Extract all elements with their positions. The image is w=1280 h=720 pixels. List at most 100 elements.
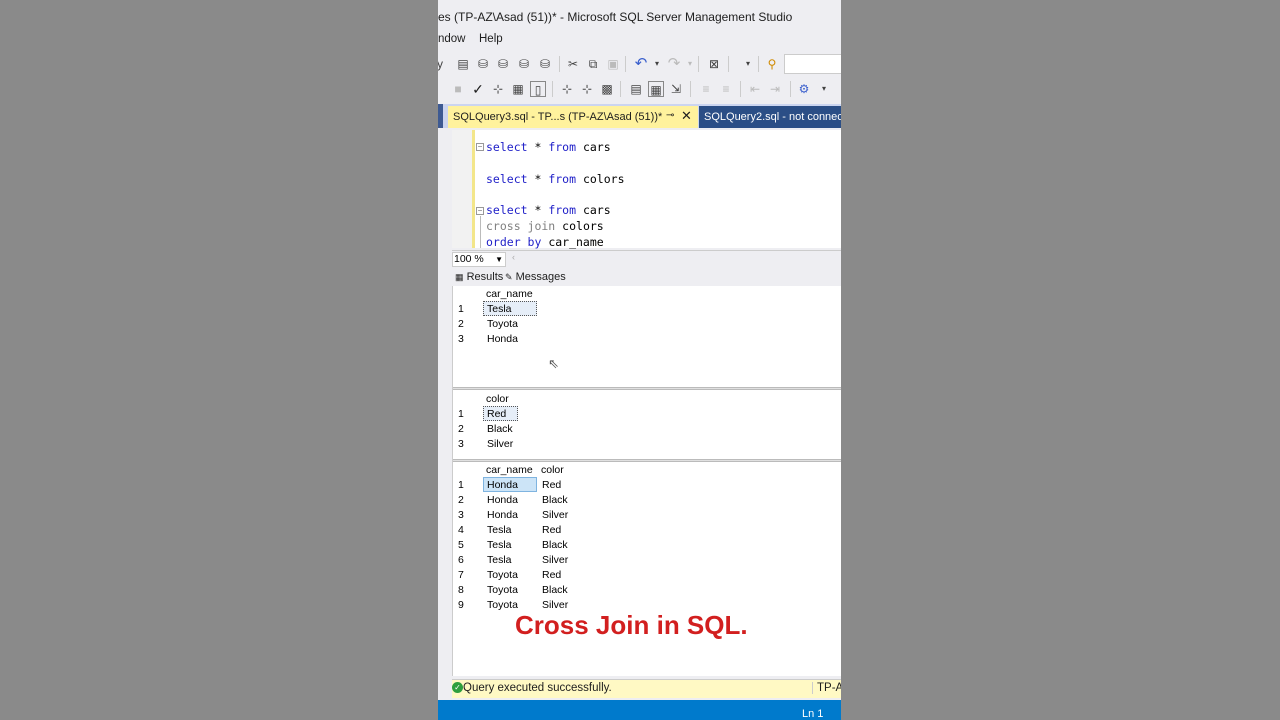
toolbar-separator — [620, 81, 621, 97]
column-header[interactable]: color — [486, 392, 509, 407]
close-icon[interactable]: ✕ — [681, 108, 692, 124]
grid-splitter[interactable] — [453, 459, 841, 462]
find-input[interactable] — [784, 54, 841, 74]
query-editor[interactable]: − − select * from cars select * from col… — [452, 130, 841, 249]
collapse-icon[interactable]: − — [476, 207, 484, 215]
scroll-left-icon[interactable]: ‹ — [512, 252, 515, 262]
toolbar-separator — [552, 81, 553, 97]
success-check-icon: ✓ — [452, 682, 463, 693]
cut-icon[interactable]: ✂ — [565, 56, 581, 72]
table-cell[interactable]: Black — [542, 583, 568, 598]
xmla-query-icon[interactable]: ⛁ — [516, 56, 532, 72]
toolbar-options-icon[interactable]: ▾ — [816, 81, 832, 97]
tab-sqlquery3[interactable]: SQLQuery3.sql - TP...s (TP-AZ\Asad (51))… — [448, 106, 698, 128]
table-cell[interactable]: Red — [483, 406, 518, 421]
increase-indent-icon[interactable]: ⇥ — [767, 81, 783, 97]
table-cell[interactable]: Toyota — [487, 317, 518, 332]
zoom-select[interactable]: 100 % ▼ — [452, 252, 506, 267]
table-cell[interactable]: Honda — [487, 493, 518, 508]
table-cell[interactable]: Red — [542, 568, 561, 583]
row-number: 4 — [458, 524, 464, 536]
fold-guide — [480, 216, 481, 248]
column-header[interactable]: car_name — [486, 287, 533, 302]
menu-window[interactable]: ndow — [438, 33, 466, 45]
comment-icon[interactable]: ≡ — [698, 81, 714, 97]
table-cell[interactable]: Honda — [487, 332, 518, 347]
table-cell[interactable]: Honda — [487, 508, 518, 523]
collapse-icon[interactable]: − — [476, 143, 484, 151]
table-cell[interactable]: Tesla — [487, 523, 512, 538]
query-status-bar: ✓ Query executed successfully. TP-A — [452, 679, 841, 698]
grid-icon: ▦ — [455, 272, 464, 282]
code-line: order by car_name — [486, 235, 604, 249]
tab-results[interactable]: ▦ Results — [455, 271, 503, 283]
copy-icon[interactable]: ⧉ — [585, 56, 601, 72]
table-cell[interactable]: Toyota — [487, 568, 518, 583]
tab-messages[interactable]: ✎ Messages — [505, 271, 566, 283]
row-number: 6 — [458, 554, 464, 566]
left-backdrop — [0, 0, 438, 720]
table-cell[interactable]: Tesla — [487, 538, 512, 553]
menu-help[interactable]: Help — [479, 33, 503, 45]
table-cell[interactable]: Black — [542, 493, 568, 508]
table-cell[interactable]: Toyota — [487, 583, 518, 598]
results-to-text-icon[interactable]: ▤ — [628, 81, 644, 97]
results-to-file-icon[interactable]: ⇲ — [668, 81, 684, 97]
specify-template-values-icon[interactable]: ⚙ — [796, 81, 812, 97]
row-number: 1 — [458, 408, 464, 420]
cancel-query-icon[interactable]: ■ — [450, 81, 466, 97]
find-icon[interactable]: ⚲ — [764, 56, 780, 72]
result-grid-colors[interactable]: color 1 Red 2 Black 3 Silver — [453, 391, 841, 459]
mouse-pointer-icon: ⇖ — [548, 356, 559, 371]
result-grid-cross-join[interactable]: car_name color 1 Honda Red 2 Honda Black… — [453, 463, 841, 676]
table-cell[interactable]: Black — [542, 538, 568, 553]
dmx-query-icon[interactable]: ⛁ — [495, 56, 511, 72]
messages-icon: ✎ — [505, 272, 513, 282]
display-estimated-plan-icon[interactable]: ⊹ — [490, 81, 506, 97]
table-cell[interactable]: Tesla — [483, 301, 537, 316]
mdx-query-icon[interactable]: ⛁ — [475, 56, 491, 72]
table-cell[interactable]: Red — [542, 523, 561, 538]
chevron-down-icon: ▼ — [495, 255, 503, 264]
column-header[interactable]: color — [541, 463, 564, 478]
redo-icon[interactable]: ↷ — [666, 56, 682, 72]
row-number: 8 — [458, 584, 464, 596]
new-query-icon[interactable]: ▤ — [455, 56, 471, 72]
uncomment-icon[interactable]: ≡ — [718, 81, 734, 97]
live-query-stats-icon[interactable]: ⊹ — [579, 81, 595, 97]
toolbar-separator — [559, 56, 560, 72]
row-number: 2 — [458, 494, 464, 506]
table-cell[interactable]: Silver — [542, 553, 568, 568]
parse-icon[interactable]: ✓ — [470, 81, 486, 97]
table-cell[interactable]: Honda — [483, 477, 537, 492]
table-cell[interactable]: Silver — [542, 508, 568, 523]
intellisense-icon[interactable]: ▯ — [530, 81, 546, 97]
table-cell[interactable]: Silver — [487, 437, 513, 452]
table-cell[interactable]: Red — [542, 478, 561, 493]
ssms-window: es (TP-AZ\Asad (51))* - Microsoft SQL Se… — [438, 0, 841, 720]
tab-sqlquery2[interactable]: SQLQuery2.sql - not connected — [699, 106, 841, 128]
undo-dropdown-icon[interactable]: ▾ — [649, 56, 665, 72]
result-grid-cars[interactable]: car_name 1 Tesla 2 Toyota 3 Honda ⇖ — [453, 286, 841, 387]
client-statistics-icon[interactable]: ▩ — [599, 81, 615, 97]
grid-splitter[interactable] — [453, 387, 841, 390]
table-cell[interactable]: Toyota — [487, 598, 518, 613]
results-to-grid-icon[interactable]: ▦ — [648, 81, 664, 97]
column-header[interactable]: car_name — [486, 463, 533, 478]
redo-dropdown-icon[interactable]: ▾ — [682, 56, 698, 72]
activity-monitor-icon[interactable]: ⊠ — [706, 56, 722, 72]
toolbar-overflow-icon[interactable]: y — [438, 56, 448, 72]
paste-icon[interactable]: ▣ — [605, 56, 621, 72]
server-name: TP-A — [812, 682, 841, 694]
decrease-indent-icon[interactable]: ⇤ — [747, 81, 763, 97]
solution-config-dropdown-icon[interactable]: ▾ — [740, 56, 756, 72]
query-in-editor-icon[interactable]: ▦ — [510, 81, 526, 97]
table-cell[interactable]: Tesla — [487, 553, 512, 568]
dax-query-icon[interactable]: ⛁ — [537, 56, 553, 72]
tab-label: SQLQuery3.sql - TP...s (TP-AZ\Asad (51))… — [453, 111, 663, 123]
title-bar: es (TP-AZ\Asad (51))* - Microsoft SQL Se… — [438, 0, 841, 32]
include-actual-plan-icon[interactable]: ⊹ — [559, 81, 575, 97]
pin-icon[interactable]: ⊸ — [666, 110, 674, 121]
table-cell[interactable]: Black — [487, 422, 513, 437]
undo-icon[interactable]: ↶ — [633, 56, 649, 72]
